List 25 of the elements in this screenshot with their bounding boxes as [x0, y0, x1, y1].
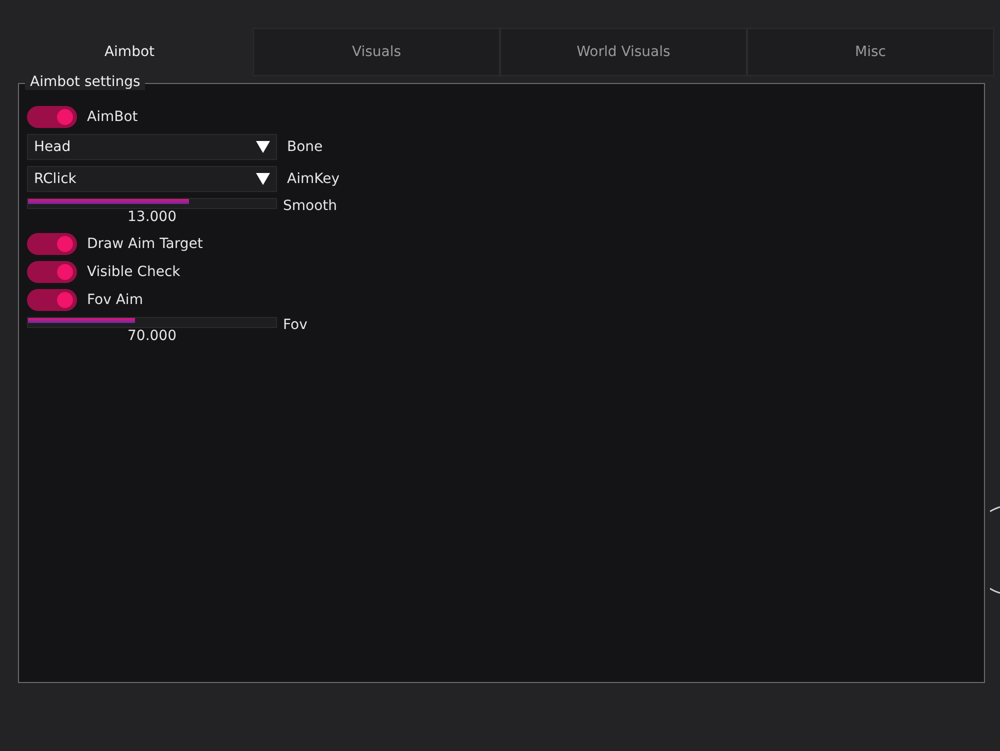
- dropdown[interactable]: Head: [27, 134, 277, 160]
- tab[interactable]: Visuals: [253, 28, 500, 76]
- slider[interactable]: [27, 317, 277, 328]
- toggle-switch[interactable]: [27, 106, 77, 128]
- slider[interactable]: [27, 198, 277, 209]
- toggle-label: Visible Check: [87, 264, 180, 280]
- caret-icon: [256, 173, 270, 185]
- toggle-switch[interactable]: [27, 233, 77, 255]
- toggle-label: Fov Aim: [87, 292, 143, 308]
- dropdown-label: Bone: [287, 139, 323, 155]
- slider-label: Smooth: [283, 198, 338, 216]
- caret-icon: [256, 141, 270, 153]
- tab[interactable]: Misc: [747, 28, 994, 76]
- toggle-label: Draw Aim Target: [87, 236, 203, 252]
- toggle-switch[interactable]: [27, 289, 77, 311]
- toggle-switch[interactable]: [27, 261, 77, 283]
- tab[interactable]: World Visuals: [500, 28, 747, 76]
- group-title: Aimbot settings: [25, 74, 146, 90]
- slider-value: 70.000: [128, 328, 176, 344]
- toggle-label: AimBot: [87, 109, 138, 125]
- slider-value: 13.000: [128, 209, 176, 225]
- dropdown-label: AimKey: [287, 171, 340, 187]
- slider-label: Fov: [283, 317, 308, 335]
- dropdown[interactable]: RClick: [27, 166, 277, 192]
- tab[interactable]: Aimbot: [6, 28, 253, 76]
